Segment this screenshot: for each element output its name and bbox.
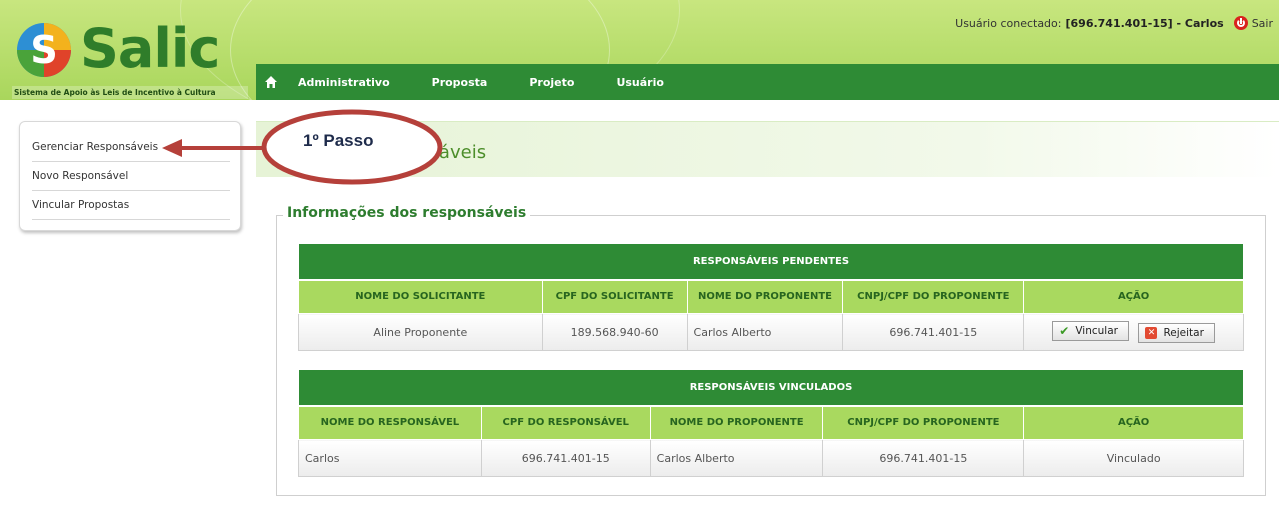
proponente-name: Carlos Alberto [649,439,824,477]
linked-table-caption: RESPONSÁVEIS VINCULADOS [298,369,1244,407]
close-icon: ✕ [1145,327,1158,339]
nav-item-administrativo[interactable]: Administrativo [298,76,390,89]
app-header: S Salic Sistema de Apoio às Leis de Ince… [0,0,1279,160]
app-logo[interactable]: S Salic Sistema de Apoio às Leis de Ince… [12,14,248,100]
column-header: CPF DO RESPONSÁVEL [480,405,651,440]
column-header: NOME DO PROPONENTE [686,279,844,314]
rejeitar-button[interactable]: ✕ Rejeitar [1138,323,1215,343]
sidebar-item-vincular-propostas[interactable]: Vincular Propostas [32,191,230,220]
logo-tagline: Sistema de Apoio às Leis de Incentivo à … [12,86,248,99]
page-heading: Gerenciar Responsáveis [256,121,1279,177]
sidebar-menu: Gerenciar Responsáveis Novo Responsável … [19,121,241,231]
column-header: CNPJ/CPF DO PROPONENTE [822,405,1025,440]
logout-link[interactable]: Sair [1252,17,1273,30]
table-row: Aline Proponente 189.568.940-60 Carlos A… [298,313,1244,351]
annotation-label: 1º Passo [303,131,374,150]
rejeitar-label: Rejeitar [1163,327,1204,339]
main-nav: Administrativo Proposta Projeto Usuário [256,64,1279,100]
nav-item-proposta[interactable]: Proposta [432,76,488,89]
proponente-name: Carlos Alberto [686,313,844,351]
proponente-cnpj: 696.741.401-15 [822,439,1025,477]
column-header: AÇÃO [1023,405,1244,440]
salic-logo-icon: S [17,23,71,77]
pending-table: RESPONSÁVEIS PENDENTES NOME DO SOLICITAN… [298,243,1244,351]
user-label: Usuário conectado: [955,16,1062,30]
nav-item-projeto[interactable]: Projeto [529,76,574,89]
user-identity: [696.741.401-15] - Carlos [1065,16,1224,30]
action-cell: ✔ Vincular ✕ Rejeitar [1023,313,1244,351]
column-header: AÇÃO [1023,279,1244,314]
link-status: Vinculado [1023,439,1244,477]
sidebar-item-gerenciar-responsaveis[interactable]: Gerenciar Responsáveis [32,133,230,162]
vincular-button[interactable]: ✔ Vincular [1052,321,1129,341]
responsaveis-fieldset: Informações dos responsáveis RESPONSÁVEI… [276,205,1266,496]
fieldset-legend: Informações dos responsáveis [283,205,531,221]
vincular-label: Vincular [1075,325,1118,337]
column-header: NOME DO RESPONSÁVEL [298,405,482,440]
logo-wordmark: Salic [80,17,220,80]
solicitante-name: Aline Proponente [298,313,543,351]
sidebar-item-novo-responsavel[interactable]: Novo Responsável [32,162,230,191]
column-header: NOME DO PROPONENTE [649,405,824,440]
column-header: NOME DO SOLICITANTE [298,279,543,314]
table-row: Carlos 696.741.401-15 Carlos Alberto 696… [298,439,1244,477]
check-icon: ✔ [1059,324,1070,338]
home-icon[interactable] [264,75,278,89]
svg-text:S: S [30,28,57,72]
column-header: CPF DO SOLICITANTE [541,279,688,314]
power-icon[interactable] [1233,16,1248,30]
proponente-cnpj: 696.741.401-15 [842,313,1025,351]
column-header: CNPJ/CPF DO PROPONENTE [842,279,1025,314]
user-bar: Usuário conectado: [696.741.401-15] - Ca… [955,16,1273,30]
pending-table-caption: RESPONSÁVEIS PENDENTES [298,243,1244,281]
solicitante-cpf: 189.568.940-60 [541,313,688,351]
responsavel-cpf: 696.741.401-15 [480,439,651,477]
responsavel-name: Carlos [298,439,482,477]
nav-item-usuario[interactable]: Usuário [616,76,664,89]
linked-table: RESPONSÁVEIS VINCULADOS NOME DO RESPONSÁ… [298,369,1244,477]
